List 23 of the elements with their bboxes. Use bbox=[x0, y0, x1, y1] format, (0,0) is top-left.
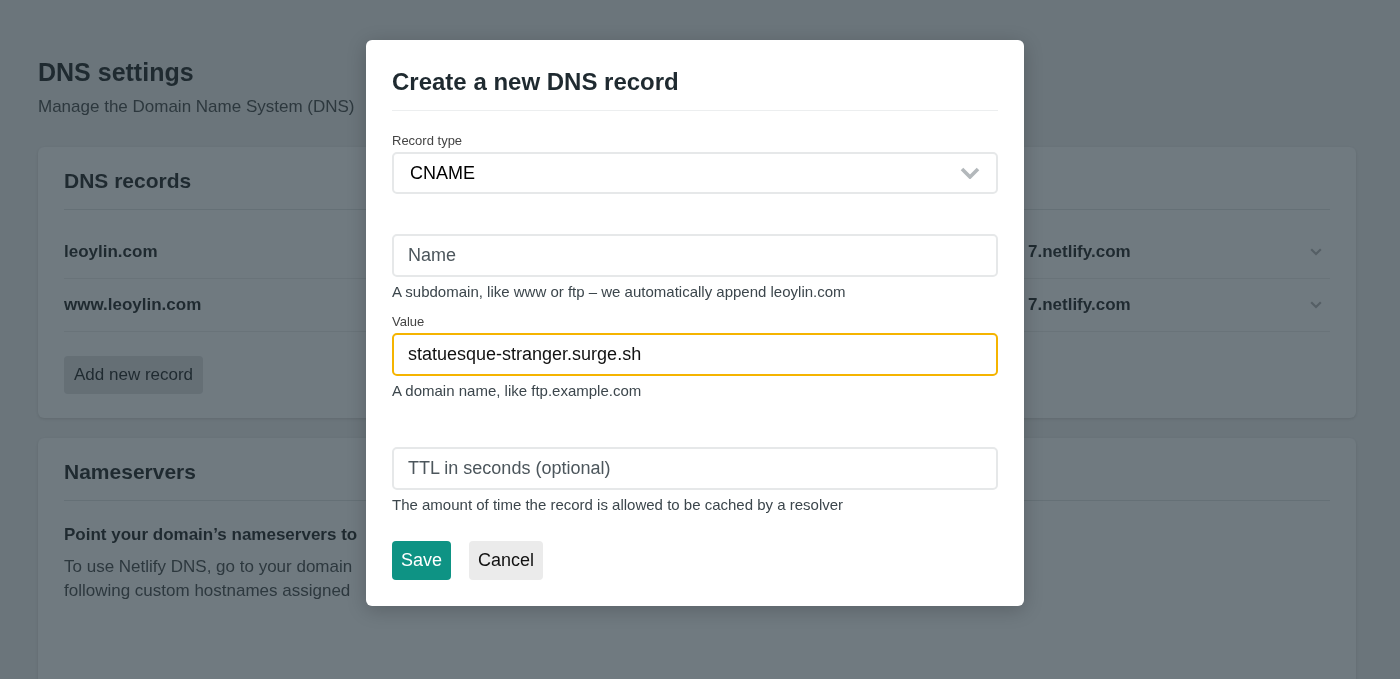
chevron-down-icon bbox=[960, 167, 980, 179]
description-text: To use Netlify DNS, go to your domain bbox=[64, 557, 353, 577]
input-field[interactable]: Name bbox=[392, 234, 998, 277]
field-label: Value bbox=[392, 314, 426, 329]
cancel-button[interactable]: Cancel bbox=[469, 541, 544, 580]
description-text: following custom hostnames assigned bbox=[64, 581, 351, 601]
page-title: DNS settings bbox=[38, 58, 194, 87]
record-name: leoylin.com bbox=[64, 242, 158, 262]
field-label: Record type bbox=[392, 133, 464, 148]
chevron-down-icon bbox=[1310, 248, 1322, 256]
record-type-select[interactable]: CNAME bbox=[392, 152, 998, 194]
record-name: www.leoylin.com bbox=[64, 295, 202, 315]
input-field[interactable]: TTL in seconds (optional) bbox=[392, 447, 998, 490]
section-heading: Point your domain’s nameservers to bbox=[64, 525, 358, 545]
dialog-title: Create a new DNS record bbox=[392, 68, 998, 111]
record-value: 7.netlify.com bbox=[1028, 295, 1131, 315]
input-field[interactable]: statuesque-stranger.surge.sh bbox=[392, 333, 998, 376]
help-text: A subdomain, like www or ftp – we automatically append leoylin.com bbox=[392, 283, 847, 300]
save-button[interactable]: Save bbox=[392, 541, 452, 580]
chevron-down-icon bbox=[1310, 301, 1322, 309]
page-subtitle: Manage the Domain Name System (DNS) bbox=[38, 97, 355, 117]
help-text: A domain name, like ftp.example.com bbox=[392, 382, 643, 399]
record-value: 7.netlify.com bbox=[1028, 242, 1131, 262]
